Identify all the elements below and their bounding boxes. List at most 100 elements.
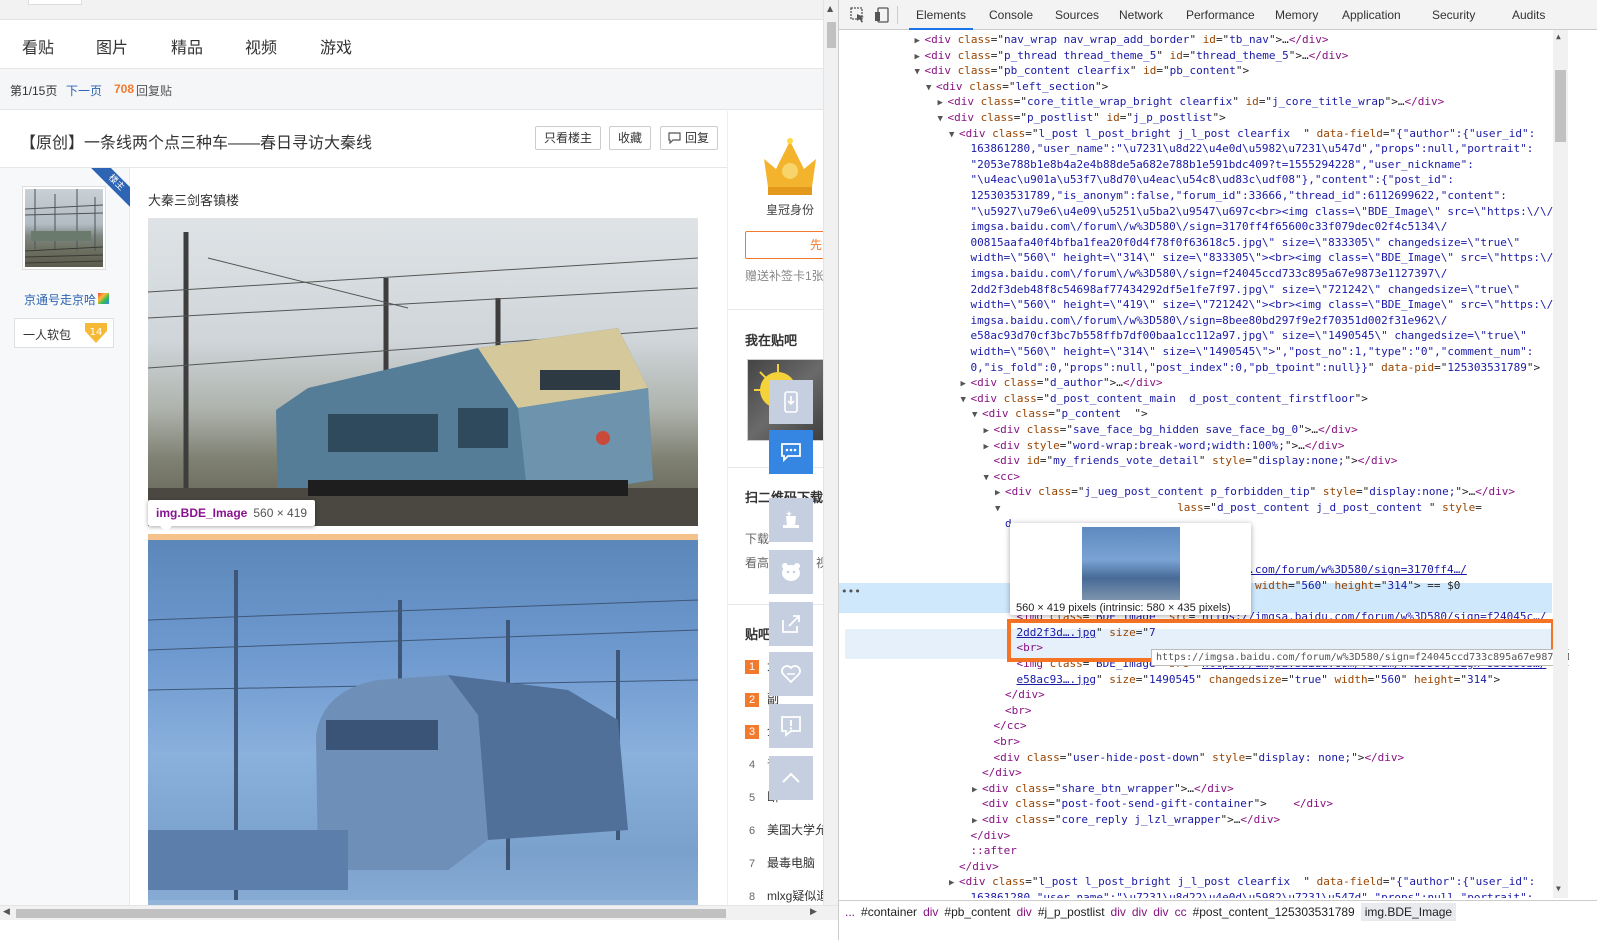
author-name[interactable]: 京通号走京哈: [24, 291, 110, 308]
dom-tree-line[interactable]: ::after: [839, 843, 1569, 859]
reply-button[interactable]: 回复: [660, 126, 719, 150]
dom-tree-line[interactable]: width=\"560\" height=\"314\" size=\"8333…: [839, 250, 1569, 266]
hot-item[interactable]: 7 最毒电脑: [745, 854, 823, 874]
dom-tree-line[interactable]: e58ac93….jpg" size="1490545" changedsize…: [839, 672, 1569, 688]
dom-tree-line[interactable]: ▶ <div style="word-wrap:break-word;width:…: [839, 438, 1569, 454]
inspect-element-icon[interactable]: [849, 6, 867, 24]
dom-tree-line[interactable]: ▶ <div class="share_btn_wrapper">…</div>: [839, 781, 1569, 797]
dom-tree-line[interactable]: 00815aafa40f4bfba1fea20f0d4f78f0f63618c5…: [839, 235, 1569, 251]
nav-tab-posts[interactable]: 看贴: [22, 34, 54, 58]
dom-tree-line[interactable]: imgsa.baidu.com\/forum\/w%3D580\/sign=f2…: [839, 266, 1569, 282]
breadcrumb-item[interactable]: div: [1111, 905, 1126, 919]
dom-tree-line[interactable]: "\u4eac\u901a\u53f7\u8d70\u4eac\u54c8\ud…: [839, 172, 1569, 188]
dom-tree-line[interactable]: ▶ <div class="save_face_bg_hidden save_fa…: [839, 422, 1569, 438]
dom-scroll-up-icon[interactable]: ▲: [1556, 32, 1561, 41]
back-to-top-button[interactable]: [769, 756, 813, 800]
only-op-button[interactable]: 只看楼主: [535, 126, 602, 150]
dom-tree-line[interactable]: ▼ <div class="pb_content clearfix" id="pb…: [839, 63, 1569, 79]
dom-tree-line[interactable]: ▼ <div class="p_postlist" id="j_p_postlis…: [839, 110, 1569, 126]
dom-tree-line[interactable]: 163861280,"user_name":"\u7231\u8d22\u4e0…: [839, 890, 1569, 898]
magic-hat-button[interactable]: [769, 498, 813, 542]
dom-tree-line[interactable]: <div class="user-hide-post-down" style="…: [839, 750, 1569, 766]
bear-button[interactable]: [769, 550, 813, 594]
dom-tree-line[interactable]: </div>: [839, 687, 1569, 703]
breadcrumb-item[interactable]: div: [1153, 905, 1168, 919]
scroll-left-arrow-icon[interactable]: ◀: [3, 907, 10, 917]
dom-tree-line[interactable]: ▶ <div class="nav_wrap nav_wrap_add_borde…: [839, 32, 1569, 48]
nav-tab-featured[interactable]: 精品: [171, 34, 203, 58]
tab-security[interactable]: Security: [1425, 0, 1482, 30]
dom-tree-line[interactable]: <div id="my_friends_vote_detail" style="…: [839, 453, 1569, 469]
breadcrumb-item[interactable]: #j_p_postlist: [1038, 905, 1105, 919]
dom-tree-line[interactable]: 0,"is_fold":0,"props":null,"post_index":…: [839, 360, 1569, 376]
tab-memory[interactable]: Memory: [1268, 0, 1325, 30]
dom-tree-line[interactable]: ▼ <div class="p_content ">: [839, 406, 1569, 422]
dom-tree-line[interactable]: e58ac93d70cf3bc7b558ffb7df00baa1cc112a97…: [839, 328, 1569, 344]
dom-scroll-down-icon[interactable]: ▼: [1556, 884, 1561, 893]
dom-tree-line[interactable]: <br>: [839, 703, 1569, 719]
breadcrumb-item[interactable]: #post_content_125303531789: [1193, 905, 1355, 919]
dom-tree-line[interactable]: <div class="post-foot-send-gift-containe…: [839, 796, 1569, 812]
dom-tree-line[interactable]: ▶ <div class="d_author">…</div>: [839, 375, 1569, 391]
post-image-2-highlighted[interactable]: [148, 540, 698, 930]
page-vertical-scrollbar[interactable]: ▲: [823, 0, 838, 905]
breadcrumb-current[interactable]: img.BDE_Image: [1360, 903, 1457, 921]
tab-sources[interactable]: Sources: [1048, 0, 1106, 30]
dom-scrollbar-thumb[interactable]: [1555, 70, 1566, 142]
chat-button[interactable]: [769, 430, 813, 474]
breadcrumb-item[interactable]: div: [1016, 905, 1031, 919]
nav-tab-video[interactable]: 视频: [245, 34, 277, 58]
dom-tree-line[interactable]: ▶ <div class="j_ueg_post_content p_forbid…: [839, 484, 1569, 500]
post-image-1[interactable]: [148, 218, 698, 526]
dom-tree-line[interactable]: "\u5927\u79e6\u4e09\u5251\u5ba2\u9547\u6…: [839, 204, 1569, 220]
dom-tree-line[interactable]: ▼ <cc>: [839, 469, 1569, 485]
dom-tree-line[interactable]: ▼ <div class="left_section">: [839, 79, 1569, 95]
share-button[interactable]: [769, 602, 813, 646]
page-horizontal-scrollbar[interactable]: ◀ ▶: [0, 905, 838, 920]
breadcrumb-item[interactable]: cc: [1175, 905, 1187, 919]
scroll-right-arrow-icon[interactable]: ▶: [810, 907, 817, 917]
dom-tree-line[interactable]: ▼ lass="d_post_content j_d_post_content …: [839, 500, 1569, 516]
tab-performance[interactable]: Performance: [1179, 0, 1262, 30]
favorite-tool-button[interactable]: [769, 652, 813, 696]
hot-item[interactable]: 8 mlxg疑似退: [745, 887, 823, 907]
device-toolbar-icon[interactable]: [874, 6, 892, 24]
tab-console[interactable]: Console: [982, 0, 1040, 30]
dom-tree-line[interactable]: ▶ <div class="core_reply j_lzl_wrapper">……: [839, 812, 1569, 828]
tab-application[interactable]: Application: [1335, 0, 1408, 30]
download-button[interactable]: [769, 380, 813, 424]
breadcrumb-item[interactable]: ...: [845, 905, 855, 919]
nav-tab-games[interactable]: 游戏: [320, 34, 352, 58]
dom-tree-line[interactable]: 125303531789,"is_anonym":false,"forum_id…: [839, 188, 1569, 204]
dom-tree-scrollbar[interactable]: ▲ ▼: [1553, 30, 1568, 898]
dom-tree-line[interactable]: imgsa.baidu.com\/forum\/w%3D580\/sign=31…: [839, 219, 1569, 235]
breadcrumb-item[interactable]: #pb_content: [944, 905, 1010, 919]
dom-tree-line[interactable]: ▼ <div class="d_post_content_main d_post_…: [839, 391, 1569, 407]
dom-tree-line[interactable]: <br>: [839, 734, 1569, 750]
nav-tab-images[interactable]: 图片: [96, 34, 128, 58]
breadcrumb-item[interactable]: #container: [861, 905, 917, 919]
tab-audits[interactable]: Audits: [1505, 0, 1552, 30]
dom-tree-line[interactable]: 2dd2f3deb48f8c54698af77434292df5e1fe7f97…: [839, 282, 1569, 298]
tab-elements[interactable]: Elements: [909, 0, 974, 30]
tab-network[interactable]: Network: [1112, 0, 1170, 30]
scroll-up-arrow-icon[interactable]: ▲: [827, 4, 833, 13]
dom-tree-line[interactable]: ▶ <div class="p_thread thread_theme_5" id…: [839, 48, 1569, 64]
dom-tree-line[interactable]: width=\"560\" height=\"314\" size=\"1490…: [839, 344, 1569, 360]
dom-tree-line[interactable]: </div>: [839, 828, 1569, 844]
page-scrollbar-thumb[interactable]: [827, 22, 836, 48]
dom-tree-line[interactable]: width=\"560\" height=\"419\" size=\"7212…: [839, 297, 1569, 313]
dom-tree-line[interactable]: ▼ <div class="l_post l_post_bright j_l_po…: [839, 126, 1569, 142]
report-button[interactable]: [769, 704, 813, 748]
favorite-button[interactable]: 收藏: [609, 126, 652, 150]
dom-tree-line[interactable]: </cc>: [839, 718, 1569, 734]
dom-tree-line[interactable]: </div>: [839, 859, 1569, 875]
breadcrumb-item[interactable]: div: [1132, 905, 1147, 919]
dom-tree-line[interactable]: "2053e788b1e8b4a2e4b88de5a682e788b1e591b…: [839, 157, 1569, 173]
dom-tree-line[interactable]: ▶ <div class="l_post l_post_bright j_l_po…: [839, 874, 1569, 890]
dom-tree-line[interactable]: imgsa.baidu.com\/forum\/w%3D580\/sign=8b…: [839, 313, 1569, 329]
resource-link[interactable]: e58ac93….jpg: [1017, 673, 1096, 686]
next-page-link[interactable]: 下一页: [66, 82, 102, 99]
sign-in-button[interactable]: 先: [745, 231, 823, 259]
dom-tree-line[interactable]: ▶ <div class="core_title_wrap_bright clea…: [839, 94, 1569, 110]
